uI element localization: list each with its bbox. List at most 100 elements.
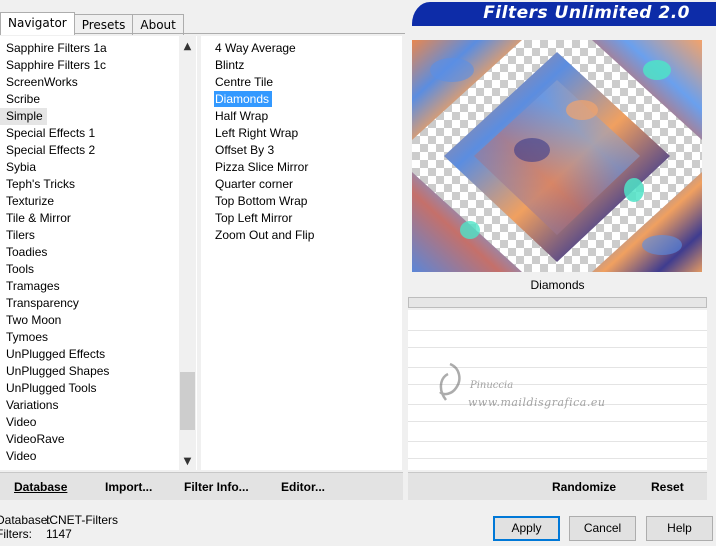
filter-item[interactable]: Offset By 3 [201,142,402,159]
apply-button[interactable]: Apply [493,516,560,541]
filter-preview-image [412,40,702,272]
tab-navigator[interactable]: Navigator [0,12,75,35]
category-items: Sapphire Filters 1a Sapphire Filters 1c Sc… [0,36,197,465]
filter-list[interactable]: 4 Way Average Blintz Centre Tile Diamonds Ha… [201,36,402,470]
filter-item-label: Blintz [215,58,245,72]
category-item-label: UnPlugged Shapes [6,364,110,378]
category-item[interactable]: Simple [0,108,197,125]
editor-button[interactable]: Editor... [281,480,325,494]
category-item-label: Video [6,449,37,463]
category-item-label: Two Moon [6,313,62,327]
category-item-label: UnPlugged Tools [6,381,97,395]
category-item[interactable]: Tools [0,261,197,278]
control-row [408,441,707,442]
category-item-label: Transparency [6,296,79,310]
category-item[interactable]: Teph's Tricks [0,176,197,193]
control-row [408,330,707,331]
scroll-down-icon[interactable]: ▼ [179,453,196,470]
category-item-label: VideoRave [6,432,65,446]
preview-filter-name: Diamonds [530,278,585,292]
category-item-label: Simple [0,108,47,125]
category-item[interactable]: Sybia [0,159,197,176]
category-item-label: Video [6,415,37,429]
category-item[interactable]: UnPlugged Effects [0,346,197,363]
filter-item-label: Offset By 3 [215,143,275,157]
filter-item[interactable]: Half Wrap [201,108,402,125]
category-item[interactable]: Special Effects 2 [0,142,197,159]
filter-item[interactable]: Top Bottom Wrap [201,193,402,210]
filter-item[interactable]: Centre Tile [201,74,402,91]
filters-status-value: 1147 [46,527,72,541]
filter-info-button[interactable]: Filter Info... [184,480,249,494]
filter-item-label: Diamonds [214,91,273,107]
category-item-label: ScreenWorks [6,75,78,89]
filter-item[interactable]: 4 Way Average [201,40,402,57]
category-item-label: Sapphire Filters 1a [6,41,107,55]
watermark: Pinuccia www.maildisgrafica.eu [430,360,630,415]
watermark-logo-icon [439,362,461,401]
category-item-label: Teph's Tricks [6,177,75,191]
category-item[interactable]: Sapphire Filters 1a [0,40,197,57]
filters-unlimited-banner: Filters Unlimited 2.0 [412,2,716,26]
category-item[interactable]: VideoRave [0,431,197,448]
filter-item-label: Centre Tile [215,75,274,89]
category-item[interactable]: UnPlugged Tools [0,380,197,397]
filter-item-label: Quarter corner [215,177,294,191]
category-item-label: Tools [6,262,35,276]
category-item[interactable]: UnPlugged Shapes [0,363,197,380]
category-item-label: Tymoes [6,330,49,344]
category-item[interactable]: Tile & Mirror [0,210,197,227]
category-item[interactable]: Sapphire Filters 1c [0,57,197,74]
cancel-button[interactable]: Cancel [569,516,636,541]
import-button[interactable]: Import... [105,480,152,494]
scrollbar-thumb[interactable] [180,372,195,430]
filter-item[interactable]: Top Left Mirror [201,210,402,227]
control-row [408,347,707,348]
category-item-label: Tile & Mirror [6,211,71,225]
category-item[interactable]: Texturize [0,193,197,210]
category-item[interactable]: Toadies [0,244,197,261]
filter-items: 4 Way Average Blintz Centre Tile Diamonds Ha… [201,40,402,244]
category-item[interactable]: Transparency [0,295,197,312]
category-item[interactable]: ScreenWorks [0,74,197,91]
category-item[interactable]: Special Effects 1 [0,125,197,142]
category-item[interactable]: Video [0,414,197,431]
database-button[interactable]: Database [14,480,67,494]
filter-item[interactable]: Zoom Out and Flip [201,227,402,244]
preview-progress-bar [408,297,707,308]
category-item[interactable]: Scribe [0,91,197,108]
database-status-label: Database: [0,513,51,527]
filters-status-label: Filters: [0,527,32,541]
filter-item[interactable]: Diamonds [201,91,402,108]
category-item-label: Sapphire Filters 1c [6,58,107,72]
reset-button[interactable]: Reset [651,480,684,494]
tab-presets[interactable]: Presets [73,14,134,35]
tab-bar: Navigator Presets About [0,12,184,35]
filter-item[interactable]: Left Right Wrap [201,125,402,142]
category-item[interactable]: Tilers [0,227,197,244]
category-item-label: Scribe [6,92,41,106]
scroll-up-icon[interactable]: ▲ [179,38,196,55]
category-item[interactable]: Tymoes [0,329,197,346]
category-item-label: Texturize [6,194,55,208]
filter-item-label: Half Wrap [215,109,269,123]
category-item-label: Special Effects 1 [6,126,96,140]
category-item-label: Toadies [6,245,48,259]
help-button[interactable]: Help [646,516,713,541]
filter-item[interactable]: Pizza Slice Mirror [201,159,402,176]
navigator-button-bar: Database Import... Filter Info... Editor… [0,472,403,500]
preview-graphic [412,40,702,272]
category-item[interactable]: Video [0,448,197,465]
control-row [408,421,707,422]
category-item[interactable]: Tramages [0,278,197,295]
database-status: Database:ICNET-Filters Filters: 1147 [0,513,118,541]
category-list[interactable]: Sapphire Filters 1a Sapphire Filters 1c Sc… [0,36,197,470]
category-item[interactable]: Variations [0,397,197,414]
category-item-label: UnPlugged Effects [6,347,106,361]
tab-about[interactable]: About [132,14,184,35]
filter-item[interactable]: Quarter corner [201,176,402,193]
filter-item[interactable]: Blintz [201,57,402,74]
category-scrollbar[interactable]: ▲ ▼ [179,36,196,470]
category-item[interactable]: Two Moon [0,312,197,329]
randomize-button[interactable]: Randomize [552,480,616,494]
